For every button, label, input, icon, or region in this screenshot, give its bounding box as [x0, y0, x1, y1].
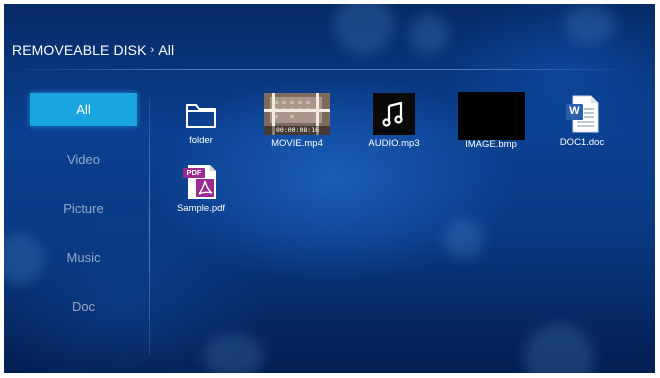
- image-thumbnail: [457, 92, 525, 140]
- file-name: Sample.pdf: [176, 203, 226, 214]
- file-item-image[interactable]: IMAGE.bmp: [451, 92, 531, 150]
- sidebar-item-music[interactable]: Music: [30, 241, 137, 274]
- breadcrumb-separator-icon: ›: [150, 44, 155, 56]
- sidebar-divider: [149, 97, 150, 355]
- music-note-icon: [373, 93, 415, 135]
- file-item-doc[interactable]: W DOC1.doc: [542, 94, 622, 148]
- breadcrumb-location[interactable]: REMOVEABLE DISK: [12, 42, 147, 58]
- file-name: IMAGE.bmp: [465, 139, 517, 150]
- video-thumbnail: 00:00:08:16: [264, 93, 330, 135]
- file-item-audio[interactable]: AUDIO.mp3: [354, 93, 434, 149]
- bokeh-light: [409, 14, 449, 54]
- file-name: folder: [189, 135, 213, 146]
- file-item-folder[interactable]: folder: [161, 98, 241, 146]
- sidebar-item-label: Doc: [71, 299, 96, 314]
- bokeh-light: [334, 4, 394, 54]
- file-name: MOVIE.mp4: [271, 138, 323, 149]
- bokeh-light: [204, 334, 264, 373]
- bokeh-light: [444, 219, 484, 259]
- media-browser-screen: REMOVEABLE DISK › All All Video Picture …: [4, 4, 655, 373]
- breadcrumb: REMOVEABLE DISK › All: [12, 42, 174, 58]
- file-item-movie[interactable]: 00:00:08:16 MOVIE.mp4: [257, 93, 337, 149]
- sidebar-item-picture[interactable]: Picture: [30, 192, 137, 225]
- pdf-document-icon: PDF: [180, 163, 222, 199]
- file-name: AUDIO.mp3: [368, 138, 420, 149]
- word-badge: W: [569, 105, 580, 117]
- sidebar-item-label: Video: [66, 152, 100, 167]
- sidebar-item-label: All: [76, 102, 91, 117]
- folder-icon: [184, 98, 218, 132]
- word-document-icon: W: [564, 94, 600, 134]
- bokeh-light: [564, 4, 614, 44]
- file-item-pdf[interactable]: PDF Sample.pdf: [161, 163, 241, 214]
- header-divider: [10, 69, 630, 70]
- sidebar-item-video[interactable]: Video: [30, 143, 137, 176]
- sidebar-item-all[interactable]: All: [30, 93, 137, 126]
- bokeh-light: [524, 324, 594, 373]
- pdf-badge: PDF: [186, 168, 202, 177]
- sidebar-item-label: Picture: [63, 201, 104, 216]
- sidebar-item-label: Music: [66, 250, 101, 265]
- video-timestamp: 00:00:08:16: [276, 126, 320, 134]
- file-name: DOC1.doc: [559, 137, 605, 148]
- sidebar-item-doc[interactable]: Doc: [30, 290, 137, 323]
- breadcrumb-current: All: [158, 42, 175, 58]
